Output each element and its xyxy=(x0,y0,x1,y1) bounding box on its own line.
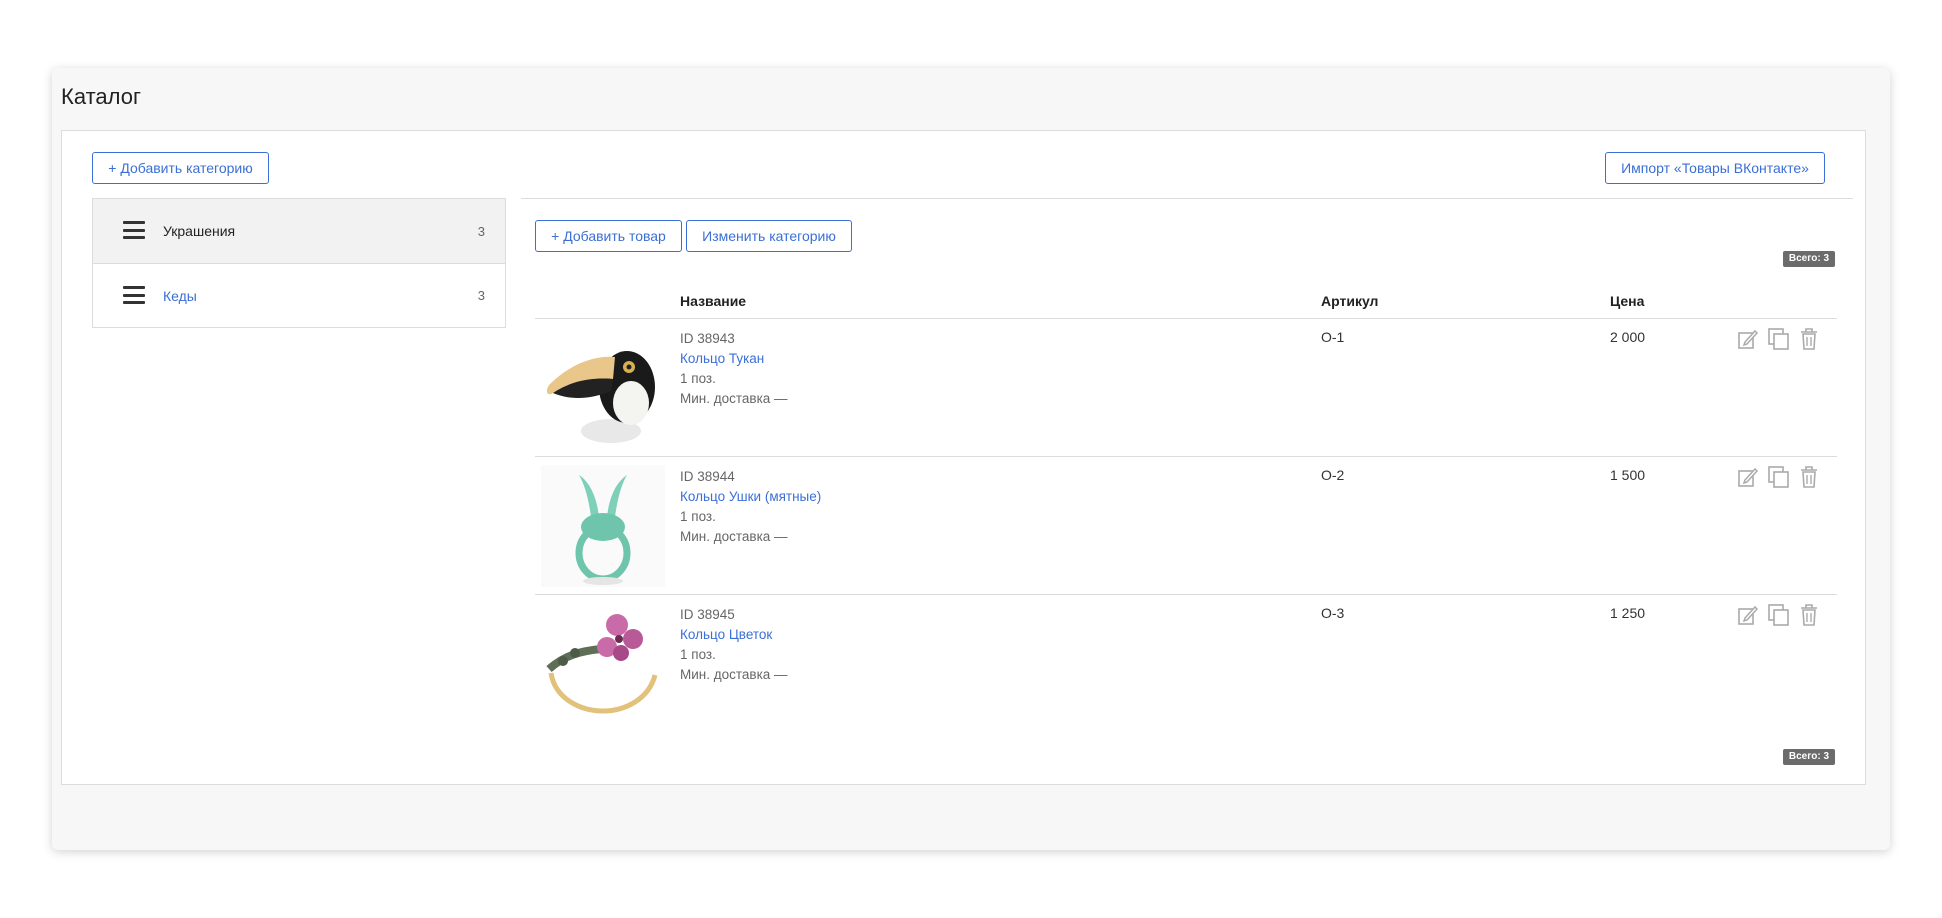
row-actions xyxy=(1737,327,1833,353)
trash-icon[interactable] xyxy=(1799,465,1819,489)
category-item-ukrasheniya[interactable]: Украшения 3 xyxy=(93,199,505,263)
product-image-toucan xyxy=(546,351,655,443)
product-delivery: Мин. доставка — xyxy=(680,667,788,682)
import-vk-button[interactable]: Импорт «Товары ВКонтакте» xyxy=(1605,152,1825,184)
row-actions xyxy=(1737,465,1833,491)
product-info: ID 38945 Кольцо Цветок 1 поз. Мин. доста… xyxy=(680,605,788,685)
product-name-link[interactable]: Кольцо Тукан xyxy=(680,349,788,369)
edit-icon[interactable] xyxy=(1737,603,1759,627)
copy-icon[interactable] xyxy=(1767,465,1791,489)
product-info: ID 38943 Кольцо Тукан 1 поз. Мин. достав… xyxy=(680,329,788,409)
edit-icon[interactable] xyxy=(1737,465,1759,489)
menu-icon[interactable] xyxy=(123,286,145,304)
page-title: Каталог xyxy=(61,84,141,109)
column-header-name: Название xyxy=(680,293,747,309)
catalog-card: + Добавить категорию Импорт «Товары ВКон… xyxy=(61,130,1866,785)
edit-category-button[interactable]: Изменить категорию xyxy=(686,220,852,252)
divider xyxy=(521,198,1853,199)
copy-icon[interactable] xyxy=(1767,603,1791,627)
product-price: 1 250 xyxy=(1610,605,1646,621)
table-row: ID 38944 Кольцо Ушки (мятные) 1 поз. Мин… xyxy=(535,456,1837,594)
product-price: 1 500 xyxy=(1610,467,1646,483)
table-row: ID 38945 Кольцо Цветок 1 поз. Мин. доста… xyxy=(535,594,1837,732)
product-info: ID 38944 Кольцо Ушки (мятные) 1 поз. Мин… xyxy=(680,467,821,547)
category-name: Украшения xyxy=(163,223,236,239)
column-header-price: Цена xyxy=(1610,293,1645,309)
product-qty: 1 поз. xyxy=(680,371,716,386)
product-qty: 1 поз. xyxy=(680,509,716,524)
category-count: 3 xyxy=(477,288,485,303)
trash-icon[interactable] xyxy=(1799,603,1819,627)
product-id: ID 38943 xyxy=(680,331,735,346)
edit-icon[interactable] xyxy=(1737,327,1759,351)
product-id: ID 38944 xyxy=(680,469,735,484)
product-image-flower xyxy=(546,614,658,714)
table-row: ID 38943 Кольцо Тукан 1 поз. Мин. достав… xyxy=(535,318,1837,456)
add-item-button[interactable]: + Добавить товар xyxy=(535,220,682,252)
row-actions xyxy=(1737,603,1833,629)
product-price: 2 000 xyxy=(1610,329,1646,345)
menu-icon[interactable] xyxy=(123,221,145,239)
product-delivery: Мин. доставка — xyxy=(680,391,788,406)
column-header-sku: Артикул xyxy=(1321,293,1379,309)
total-badge: Всего: 3 xyxy=(1782,251,1835,267)
product-qty: 1 поз. xyxy=(680,647,716,662)
product-name-link[interactable]: Кольцо Ушки (мятные) xyxy=(680,487,821,507)
add-category-button[interactable]: + Добавить категорию xyxy=(92,152,269,184)
product-image-mint-ears xyxy=(541,465,665,587)
category-name[interactable]: Кеды xyxy=(163,288,197,304)
category-item-kedy[interactable]: Кеды 3 xyxy=(93,263,505,327)
product-delivery: Мин. доставка — xyxy=(680,529,788,544)
copy-icon[interactable] xyxy=(1767,327,1791,351)
product-id: ID 38945 xyxy=(680,607,735,622)
category-count: 3 xyxy=(477,223,485,239)
product-sku: О-3 xyxy=(1321,605,1345,621)
total-badge: Всего: 3 xyxy=(1782,749,1835,765)
catalog-panel: Каталог + Добавить категорию Импорт «Тов… xyxy=(52,68,1890,850)
product-sku: О-2 xyxy=(1321,467,1345,483)
product-name-link[interactable]: Кольцо Цветок xyxy=(680,625,788,645)
product-sku: О-1 xyxy=(1321,329,1345,345)
trash-icon[interactable] xyxy=(1799,327,1819,351)
category-list: Украшения 3 Кеды 3 xyxy=(92,198,506,328)
